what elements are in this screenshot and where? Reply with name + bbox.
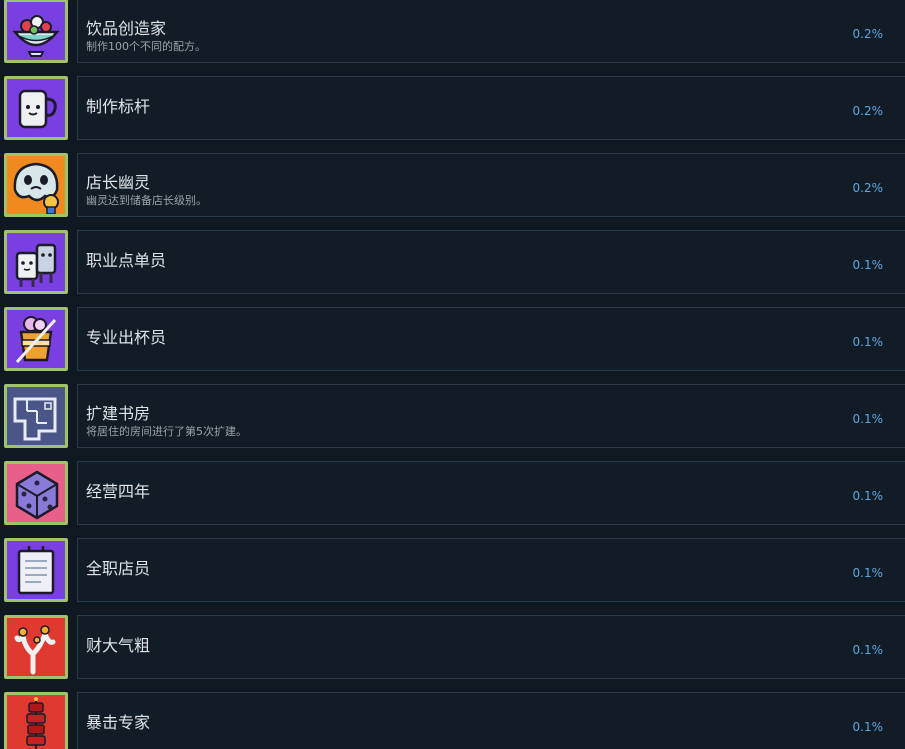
achievement-percent: 0.2% [852, 181, 884, 195]
achievement-percent: 0.2% [852, 27, 884, 41]
achievement-panel: 职业点单员 0.1% [77, 230, 905, 294]
achievement-icon-frame [4, 461, 68, 525]
achievement-panel: 专业出杯员 0.1% [77, 307, 905, 371]
achievement-row[interactable]: 职业点单员 0.1% [0, 230, 905, 296]
achievement-percent: 0.1% [852, 566, 884, 580]
achievement-icon-frame [4, 307, 68, 371]
achievement-row[interactable]: 扩建书房 将居住的房间进行了第5次扩建。 0.1% [0, 384, 905, 450]
achievement-percent: 0.1% [852, 489, 884, 503]
dice-icon [15, 470, 59, 520]
achievement-description: 制作100个不同的配方。 [86, 40, 206, 53]
achievement-row[interactable]: 经营四年 0.1% [0, 461, 905, 527]
achievement-title: 饮品创造家 [86, 19, 167, 38]
salad-bowl-icon [12, 15, 60, 57]
achievement-icon-frame [4, 230, 68, 294]
achievement-icon-frame [4, 153, 68, 217]
cups-icon [15, 243, 57, 287]
mug-icon [18, 89, 57, 129]
achievement-panel: 扩建书房 将居住的房间进行了第5次扩建。 0.1% [77, 384, 905, 448]
achievement-percent: 0.2% [852, 104, 884, 118]
coral-icon [14, 625, 56, 675]
achievement-icon-frame [4, 692, 68, 749]
achievement-percent: 0.1% [852, 258, 884, 272]
achievement-percent: 0.1% [852, 720, 884, 734]
achievement-row[interactable]: 制作标杆 0.2% [0, 76, 905, 142]
achievement-title: 全职店员 [86, 559, 151, 578]
achievement-title: 财大气粗 [86, 636, 151, 655]
notepad-icon [17, 546, 55, 595]
achievement-panel: 经营四年 0.1% [77, 461, 905, 525]
achievement-row[interactable]: 暴击专家 0.1% [0, 692, 905, 749]
achievement-title: 制作标杆 [86, 97, 151, 116]
achievement-title: 职业点单员 [86, 251, 167, 270]
achievement-panel: 制作标杆 0.2% [77, 76, 905, 140]
achievement-description: 幽灵达到储备店长级别。 [86, 194, 207, 207]
achievement-panel: 财大气粗 0.1% [77, 615, 905, 679]
achievement-row[interactable]: 专业出杯员 0.1% [0, 307, 905, 373]
achievement-row[interactable]: 全职店员 0.1% [0, 538, 905, 604]
achievement-icon-frame [4, 538, 68, 602]
achievement-title: 店长幽灵 [86, 173, 151, 192]
achievement-title: 暴击专家 [86, 713, 151, 732]
achievement-panel: 饮品创造家 制作100个不同的配方。 0.2% [77, 0, 905, 63]
achievement-percent: 0.1% [852, 412, 884, 426]
achievement-percent: 0.1% [852, 643, 884, 657]
achievement-icon-frame [4, 76, 68, 140]
achievement-row[interactable]: 店长幽灵 幽灵达到储备店长级别。 0.2% [0, 153, 905, 219]
achievement-description: 将居住的房间进行了第5次扩建。 [86, 425, 247, 438]
achievement-row[interactable]: 财大气粗 0.1% [0, 615, 905, 681]
achievement-title: 经营四年 [86, 482, 151, 501]
achievement-panel: 暴击专家 0.1% [77, 692, 905, 749]
floorplan-icon [13, 397, 57, 441]
achievement-panel: 店长幽灵 幽灵达到储备店长级别。 0.2% [77, 153, 905, 217]
achievement-list: 饮品创造家 制作100个不同的配方。 0.2% 制作标杆 0.2% 店长幽灵 幽… [0, 0, 905, 749]
drink-cup-icon [15, 316, 57, 364]
achievement-panel: 全职店员 0.1% [77, 538, 905, 602]
achievement-row[interactable]: 饮品创造家 制作100个不同的配方。 0.2% [0, 0, 905, 65]
achievement-icon-frame [4, 384, 68, 448]
achievement-icon-frame [4, 615, 68, 679]
firecracker-icon [26, 697, 46, 749]
achievement-percent: 0.1% [852, 335, 884, 349]
ghost-icon [13, 162, 59, 214]
achievement-title: 扩建书房 [86, 404, 151, 423]
achievement-icon-frame [4, 0, 68, 63]
achievement-title: 专业出杯员 [86, 328, 167, 347]
